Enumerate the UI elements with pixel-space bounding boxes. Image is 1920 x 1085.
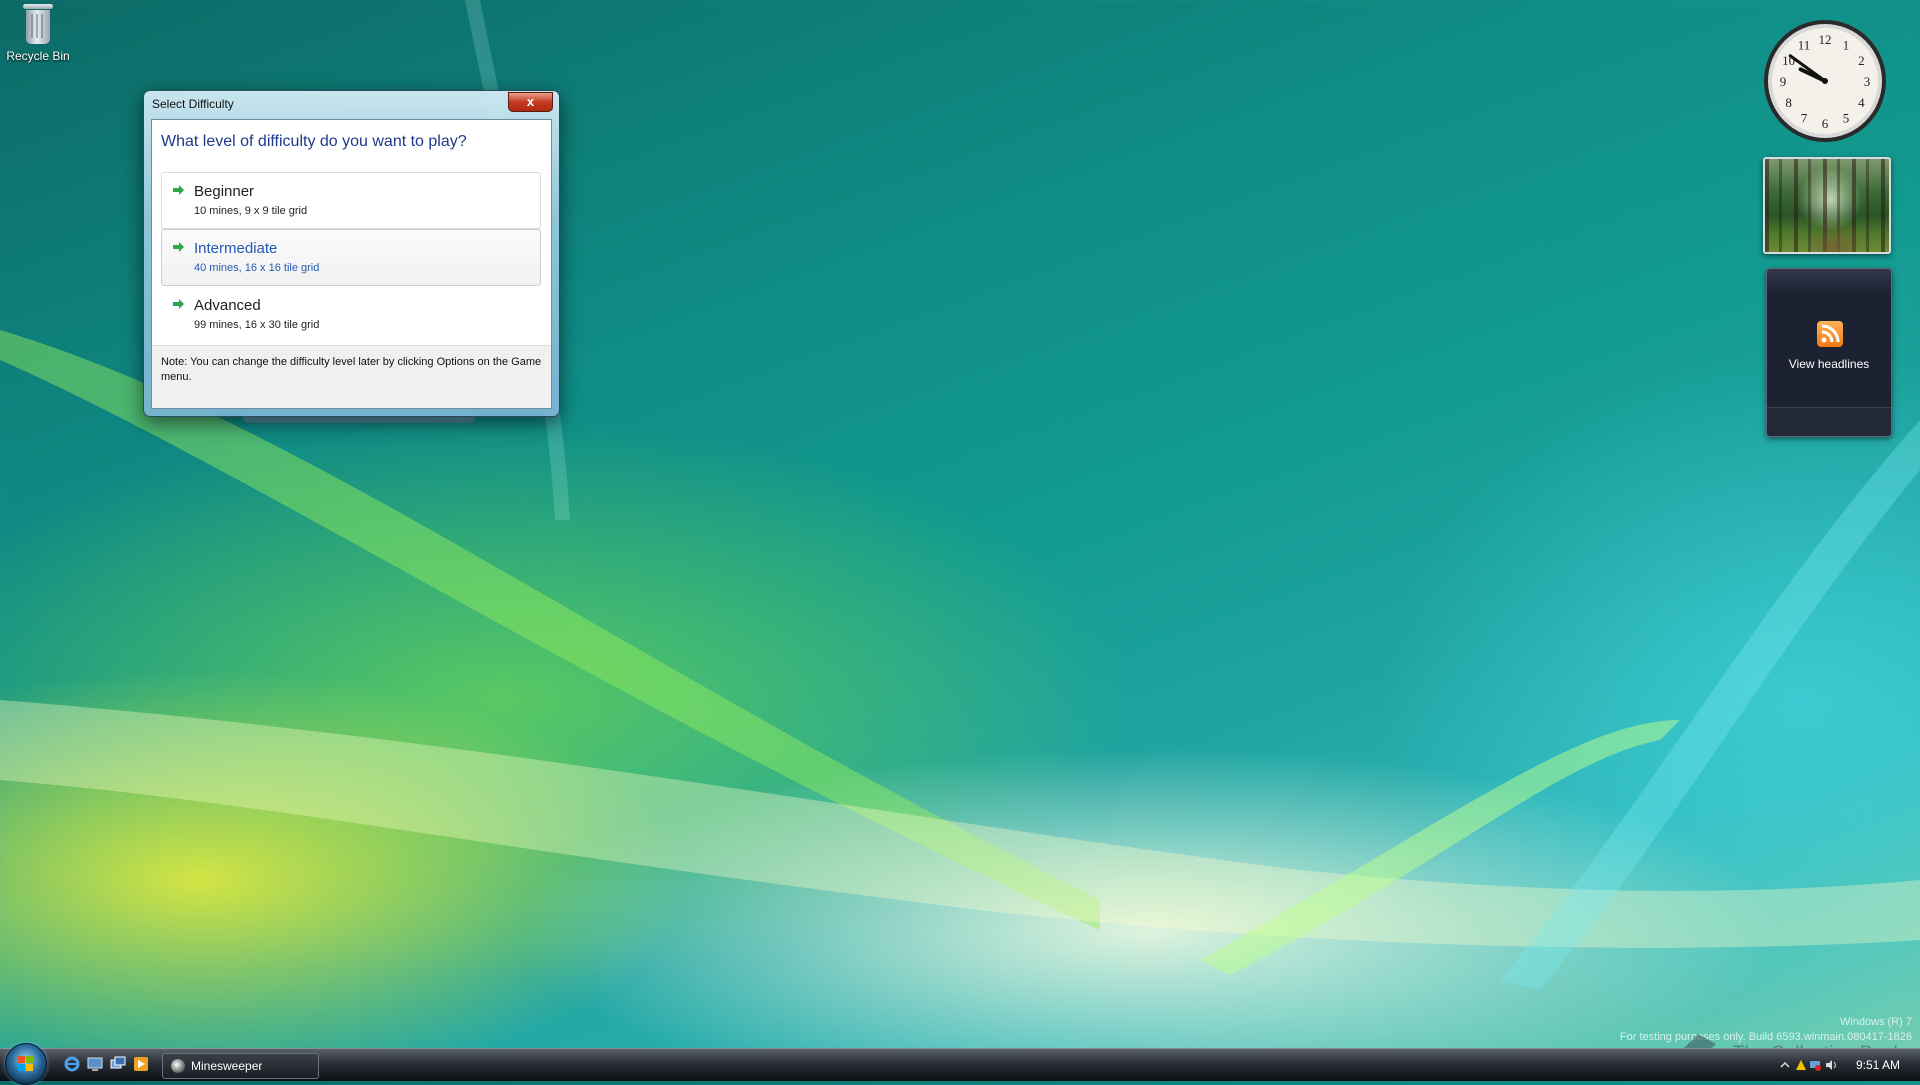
show-hidden-icons-icon[interactable] — [1779, 1059, 1791, 1071]
clock-numeral: 5 — [1843, 110, 1850, 125]
clock-numeral: 3 — [1864, 74, 1871, 89]
volume-icon[interactable] — [1825, 1059, 1837, 1071]
option-beginner[interactable]: Beginner 10 mines, 9 x 9 tile grid — [161, 172, 541, 229]
difficulty-question: What level of difficulty do you want to … — [161, 133, 467, 150]
clock-gadget[interactable]: 1234567891011 12 — [1762, 18, 1888, 144]
clock-numeral: 2 — [1858, 53, 1865, 68]
recycle-bin-label: Recycle Bin — [6, 49, 70, 63]
watermark-line1: Windows (R) 7 — [1839, 1016, 1912, 1028]
windows-flag-icon — [18, 1056, 33, 1071]
taskbar-button-minesweeper[interactable]: Minesweeper — [162, 1053, 319, 1079]
network-icon[interactable] — [1809, 1059, 1821, 1071]
green-arrow-icon — [173, 299, 184, 309]
difficulty-note: Note: You can change the difficulty leve… — [152, 345, 551, 408]
rss-icon — [1817, 321, 1843, 347]
taskbar-clock[interactable]: 9:51 AM — [1856, 1058, 1900, 1072]
clock-numeral: 6 — [1822, 116, 1829, 131]
close-icon: x — [526, 94, 535, 109]
slideshow-gadget[interactable] — [1763, 157, 1891, 254]
switch-windows-icon[interactable] — [110, 1056, 126, 1072]
dialog-body: What level of difficulty do you want to … — [151, 119, 552, 409]
show-desktop-icon[interactable] — [87, 1056, 103, 1072]
green-arrow-icon — [173, 185, 184, 195]
option-description: 10 mines, 9 x 9 tile grid — [194, 205, 308, 217]
view-headlines-link[interactable]: View headlines — [1767, 357, 1891, 371]
internet-explorer-icon[interactable] — [64, 1056, 80, 1072]
minesweeper-icon — [171, 1059, 185, 1073]
media-player-icon[interactable] — [133, 1056, 149, 1072]
clock-numeral: 12 — [1819, 32, 1832, 47]
option-name: Advanced — [194, 297, 261, 314]
option-name: Beginner — [194, 183, 255, 200]
system-tray: 9:51 AM — [1775, 1049, 1920, 1081]
clock-numeral: 10 — [1782, 53, 1795, 68]
clock-numeral: 8 — [1785, 95, 1792, 110]
option-intermediate[interactable]: Intermediate 40 mines, 16 x 16 tile grid — [161, 229, 541, 286]
select-difficulty-dialog: Select Difficulty x What level of diffic… — [143, 90, 560, 417]
feed-headlines-gadget[interactable]: View headlines — [1766, 268, 1892, 437]
clock-numeral: 9 — [1780, 74, 1787, 89]
green-arrow-icon — [173, 242, 184, 252]
start-button[interactable] — [5, 1043, 47, 1085]
recycle-bin-icon — [21, 2, 55, 46]
option-description: 99 mines, 16 x 30 tile grid — [194, 319, 320, 331]
build-watermark: Windows (R) 7 For testing purposes only.… — [1620, 1015, 1912, 1045]
clock-numeral: 11 — [1798, 38, 1811, 53]
option-name: Intermediate — [194, 240, 278, 257]
action-center-icon[interactable] — [1795, 1059, 1807, 1071]
clock-numeral: 4 — [1858, 95, 1865, 110]
taskbar: Minesweeper 9:51 AM — [0, 1043, 1920, 1085]
close-button[interactable]: x — [508, 92, 553, 112]
option-description: 40 mines, 16 x 16 tile grid — [194, 262, 320, 274]
clock-numeral: 1 — [1843, 38, 1850, 53]
dialog-title: Select Difficulty — [152, 97, 234, 111]
option-advanced[interactable]: Advanced 99 mines, 16 x 30 tile grid — [161, 286, 541, 343]
recycle-bin-shortcut[interactable]: Recycle Bin — [4, 2, 72, 63]
taskbar-button-label: Minesweeper — [191, 1059, 263, 1073]
clock-numeral: 7 — [1801, 110, 1808, 125]
